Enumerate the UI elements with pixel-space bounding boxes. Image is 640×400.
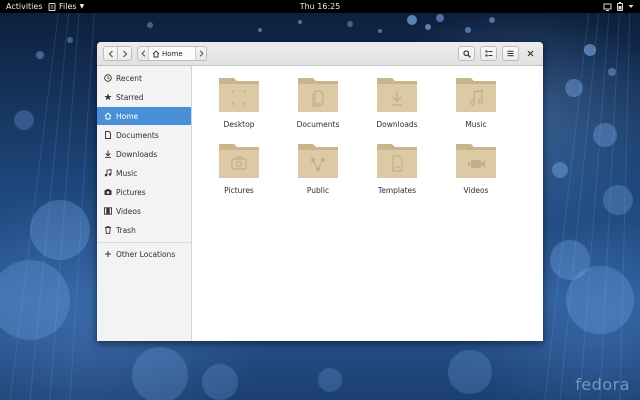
battery-icon (617, 2, 623, 11)
search-icon (462, 49, 471, 58)
view-toggle-button[interactable] (480, 46, 497, 61)
folder-label: Documents (296, 120, 340, 129)
folder-label: Videos (463, 186, 489, 195)
path-scroll-left-button[interactable] (138, 47, 149, 60)
folder-icon (375, 74, 419, 114)
sidebar-item-label: Videos (116, 206, 141, 216)
folder-music[interactable]: Music (444, 74, 508, 136)
file-view: Desktop Documents Downloads Music Pictur… (192, 66, 543, 341)
folder-public[interactable]: Public (286, 140, 350, 202)
home-icon (103, 112, 112, 121)
search-button[interactable] (458, 46, 475, 61)
download-icon (103, 150, 112, 159)
files-window: Home Recent Starred Home Documents Downl… (97, 42, 543, 341)
network-icon (603, 3, 612, 11)
folder-documents[interactable]: Documents (286, 74, 350, 136)
places-sidebar: Recent Starred Home Documents Downloads (97, 66, 192, 341)
clock[interactable]: Thu 16:25 (0, 0, 640, 13)
back-button[interactable] (103, 46, 118, 61)
sidebar-item-label: Downloads (116, 149, 158, 159)
folder-icon (296, 140, 340, 180)
folder-label: Music (465, 120, 487, 129)
sidebar-item-recent[interactable]: Recent (97, 69, 191, 87)
sidebar-item-label: Starred (116, 92, 144, 102)
folder-icon (454, 74, 498, 114)
folder-videos[interactable]: Videos (444, 140, 508, 202)
folder-icon (454, 140, 498, 180)
chevron-left-icon (108, 50, 113, 57)
folder-icon (375, 140, 419, 180)
sidebar-item-label: Pictures (116, 187, 146, 197)
trash-icon (103, 226, 112, 235)
sidebar-item-label: Home (116, 111, 139, 121)
sidebar-item-label: Recent (116, 73, 142, 83)
folder-icon (296, 74, 340, 114)
sidebar-item-home[interactable]: Home (97, 107, 191, 125)
folder-icon (217, 74, 261, 114)
folder-label: Desktop (223, 120, 255, 129)
forward-button[interactable] (117, 46, 132, 61)
close-button[interactable] (524, 47, 537, 60)
folder-label: Public (306, 186, 330, 195)
sidebar-divider (97, 242, 191, 243)
sidebar-item-music[interactable]: Music (97, 164, 191, 182)
chevron-down-icon (628, 5, 634, 8)
folder-label: Downloads (376, 120, 418, 129)
sidebar-item-label: Documents (116, 130, 159, 140)
header-bar: Home (97, 42, 543, 66)
sidebar-item-starred[interactable]: Starred (97, 88, 191, 106)
path-scroll-right-button[interactable] (195, 47, 206, 60)
sidebar-item-downloads[interactable]: Downloads (97, 145, 191, 163)
sidebar-item-label: Other Locations (116, 249, 176, 259)
hamburger-menu-icon (507, 50, 514, 57)
top-bar: Activities Files ▼ Thu 16:25 (0, 0, 640, 13)
menu-button[interactable] (502, 46, 519, 61)
folder-pictures[interactable]: Pictures (207, 140, 271, 202)
home-icon (152, 49, 160, 57)
plus-icon (103, 250, 112, 259)
chevron-left-icon (140, 50, 145, 57)
video-icon (103, 207, 112, 216)
chevron-right-icon (199, 50, 204, 57)
path-home-label: Home (162, 49, 183, 58)
list-view-icon (485, 50, 492, 57)
sidebar-item-other-locations[interactable]: Other Locations (97, 245, 191, 263)
chevron-right-icon (122, 50, 127, 57)
folder-templates[interactable]: Templates (365, 140, 429, 202)
sidebar-item-label: Music (116, 168, 138, 178)
sidebar-item-pictures[interactable]: Pictures (97, 183, 191, 201)
fedora-logo: fedora (575, 375, 630, 394)
folder-downloads[interactable]: Downloads (365, 74, 429, 136)
folder-desktop[interactable]: Desktop (207, 74, 271, 136)
folder-icon (217, 140, 261, 180)
folder-label: Pictures (224, 186, 254, 195)
clock-icon (103, 74, 112, 83)
sidebar-item-videos[interactable]: Videos (97, 202, 191, 220)
path-home-button[interactable]: Home (149, 47, 195, 60)
star-icon (103, 93, 112, 102)
system-tray[interactable] (603, 0, 634, 13)
path-bar: Home (137, 46, 207, 61)
document-icon (103, 131, 112, 140)
sidebar-item-label: Trash (116, 225, 136, 235)
sidebar-item-documents[interactable]: Documents (97, 126, 191, 144)
close-icon (527, 50, 534, 57)
camera-icon (103, 188, 112, 197)
folder-label: Templates (377, 186, 417, 195)
sidebar-item-trash[interactable]: Trash (97, 221, 191, 239)
music-icon (103, 169, 112, 178)
